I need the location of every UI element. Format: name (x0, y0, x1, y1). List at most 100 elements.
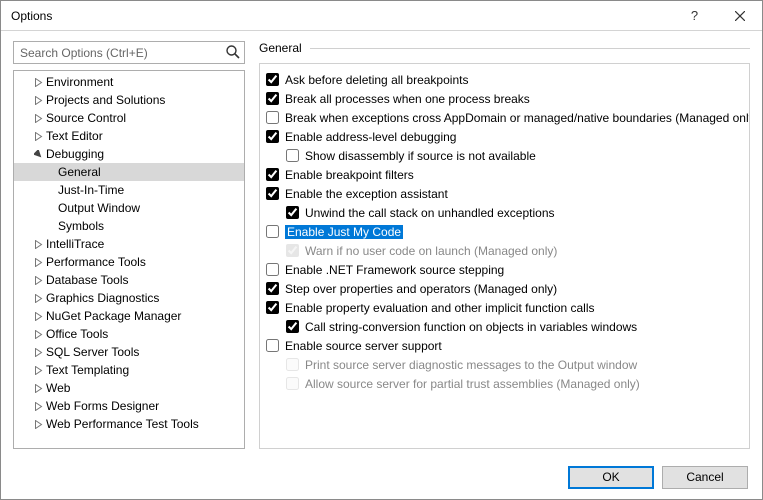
tree-item-label: Graphics Diagnostics (46, 291, 159, 305)
twisty-closed-icon[interactable] (32, 94, 44, 106)
tree-item-label: Symbols (58, 219, 104, 233)
option-checkbox[interactable] (286, 206, 299, 219)
twisty-closed-icon[interactable] (32, 130, 44, 142)
option-label: Break when exceptions cross AppDomain or… (285, 111, 750, 125)
twisty-open-icon[interactable] (32, 148, 44, 160)
group-header: General (259, 41, 750, 55)
option-label: Step over properties and operators (Mana… (285, 282, 557, 296)
tree-item[interactable]: Output Window (14, 199, 244, 217)
option-checkbox[interactable] (266, 282, 279, 295)
tree-item-label: Performance Tools (46, 255, 146, 269)
option-checkbox[interactable] (266, 168, 279, 181)
option-label: Print source server diagnostic messages … (305, 358, 637, 372)
twisty-closed-icon[interactable] (32, 328, 44, 340)
option-checkbox (286, 377, 299, 390)
tree-item[interactable]: Debugging (14, 145, 244, 163)
option-checkbox[interactable] (266, 92, 279, 105)
tree-item[interactable]: NuGet Package Manager (14, 307, 244, 325)
option-label: Call string-conversion function on objec… (305, 320, 637, 334)
option-label: Allow source server for partial trust as… (305, 377, 640, 391)
option-label: Enable the exception assistant (285, 187, 448, 201)
option-checkbox[interactable] (266, 111, 279, 124)
tree-item-label: Web (46, 381, 70, 395)
option-row: Enable Just My Code (266, 222, 745, 241)
option-row: Show disassembly if source is not availa… (286, 146, 745, 165)
help-button[interactable]: ? (672, 1, 717, 31)
option-checkbox[interactable] (266, 339, 279, 352)
tree-item[interactable]: Web (14, 379, 244, 397)
option-row: Enable breakpoint filters (266, 165, 745, 184)
twisty-closed-icon[interactable] (32, 346, 44, 358)
twisty-closed-icon[interactable] (32, 418, 44, 430)
tree-item-label: NuGet Package Manager (46, 309, 181, 323)
tree-item-label: Debugging (46, 147, 104, 161)
twisty-closed-icon[interactable] (32, 256, 44, 268)
option-row: Unwind the call stack on unhandled excep… (286, 203, 745, 222)
twisty-closed-icon[interactable] (32, 238, 44, 250)
dialog-body: Environment Projects and Solutions Source … (1, 31, 762, 455)
tree-item[interactable]: General (14, 163, 244, 181)
option-label: Show disassembly if source is not availa… (305, 149, 536, 163)
option-row: Print source server diagnostic messages … (286, 355, 745, 374)
tree-item-label: Projects and Solutions (46, 93, 165, 107)
option-label: Enable source server support (285, 339, 442, 353)
option-checkbox[interactable] (266, 225, 279, 238)
option-row: Enable .NET Framework source stepping (266, 260, 745, 279)
tree-item-label: SQL Server Tools (46, 345, 139, 359)
tree-item-label: Output Window (58, 201, 140, 215)
option-row: Call string-conversion function on objec… (286, 317, 745, 336)
option-label: Enable address-level debugging (285, 130, 456, 144)
tree-item[interactable]: Database Tools (14, 271, 244, 289)
tree-item[interactable]: Source Control (14, 109, 244, 127)
tree-item-label: Database Tools (46, 273, 129, 287)
tree-item[interactable]: Web Forms Designer (14, 397, 244, 415)
option-checkbox[interactable] (266, 130, 279, 143)
option-row: Enable source server support (266, 336, 745, 355)
search-container (13, 41, 245, 64)
tree-item[interactable]: Office Tools (14, 325, 244, 343)
cancel-button[interactable]: Cancel (662, 466, 748, 489)
tree-item[interactable]: Projects and Solutions (14, 91, 244, 109)
option-checkbox[interactable] (266, 263, 279, 276)
tree-item[interactable]: Symbols (14, 217, 244, 235)
option-checkbox[interactable] (266, 301, 279, 314)
option-checkbox[interactable] (266, 73, 279, 86)
option-row: Enable property evaluation and other imp… (266, 298, 745, 317)
twisty-closed-icon[interactable] (32, 76, 44, 88)
options-list[interactable]: Ask before deleting all breakpointsBreak… (259, 63, 750, 449)
category-tree[interactable]: Environment Projects and Solutions Source … (13, 70, 245, 449)
tree-item[interactable]: Graphics Diagnostics (14, 289, 244, 307)
close-button[interactable] (717, 1, 762, 31)
option-checkbox[interactable] (286, 149, 299, 162)
window-title: Options (11, 9, 672, 23)
tree-item[interactable]: SQL Server Tools (14, 343, 244, 361)
option-row: Step over properties and operators (Mana… (266, 279, 745, 298)
tree-item-label: IntelliTrace (46, 237, 104, 251)
tree-item[interactable]: Text Templating (14, 361, 244, 379)
twisty-closed-icon[interactable] (32, 382, 44, 394)
twisty-closed-icon[interactable] (32, 274, 44, 286)
ok-button[interactable]: OK (568, 466, 654, 489)
tree-item-label: Source Control (46, 111, 126, 125)
tree-item[interactable]: Just-In-Time (14, 181, 244, 199)
search-input[interactable] (13, 41, 245, 64)
twisty-closed-icon[interactable] (32, 364, 44, 376)
twisty-closed-icon[interactable] (32, 292, 44, 304)
option-checkbox[interactable] (266, 187, 279, 200)
twisty-closed-icon[interactable] (32, 400, 44, 412)
twisty-closed-icon[interactable] (32, 112, 44, 124)
header-divider (310, 48, 750, 49)
tree-item[interactable]: Text Editor (14, 127, 244, 145)
right-panel: General Ask before deleting all breakpoi… (259, 41, 750, 449)
tree-item[interactable]: Environment (14, 73, 244, 91)
option-label: Unwind the call stack on unhandled excep… (305, 206, 555, 220)
twisty-closed-icon[interactable] (32, 310, 44, 322)
option-row: Enable address-level debugging (266, 127, 745, 146)
option-label: Enable property evaluation and other imp… (285, 301, 595, 315)
tree-item[interactable]: Performance Tools (14, 253, 244, 271)
tree-item[interactable]: IntelliTrace (14, 235, 244, 253)
option-checkbox[interactable] (286, 320, 299, 333)
option-row: Break all processes when one process bre… (266, 89, 745, 108)
tree-item[interactable]: Web Performance Test Tools (14, 415, 244, 433)
options-dialog: Options ? Environment Projects and Soluti… (0, 0, 763, 500)
